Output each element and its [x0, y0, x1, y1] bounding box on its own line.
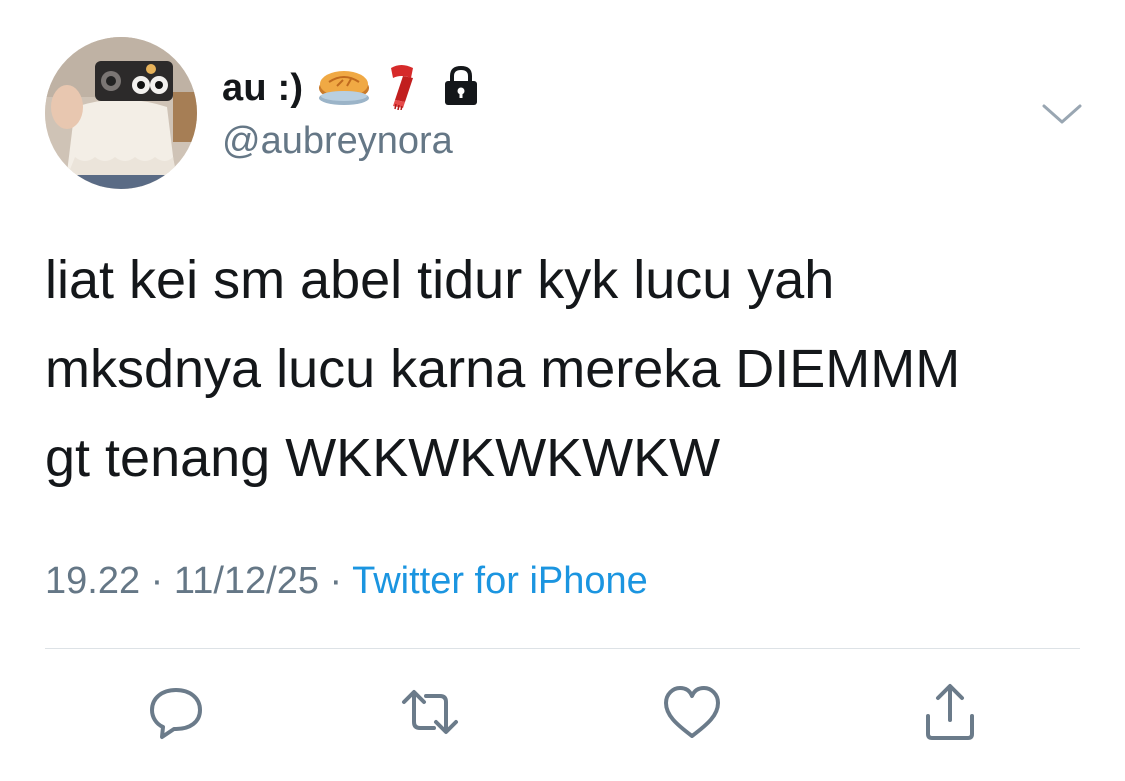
display-name[interactable]: au :) — [222, 67, 303, 110]
name-row: au :) — [222, 62, 481, 114]
tweet-text: liat kei sm abel tidur kyk lucu yah mksd… — [45, 236, 1095, 503]
heart-icon — [664, 686, 720, 738]
tweet-detail: au :) @aubreynora liat kei sm abel tidur… — [0, 0, 1125, 781]
chevron-down-icon[interactable] — [1040, 100, 1084, 128]
pie-icon — [317, 64, 371, 113]
share-button[interactable] — [920, 682, 980, 742]
share-icon — [926, 684, 974, 740]
tweet-time[interactable]: 19.22 — [45, 560, 140, 602]
reply-icon — [150, 688, 202, 739]
retweet-button[interactable] — [400, 682, 460, 742]
retweet-icon — [402, 690, 458, 734]
user-identity[interactable]: au :) @aubreynora — [222, 62, 481, 163]
tweet-source[interactable]: Twitter for iPhone — [352, 560, 648, 602]
tweet-date[interactable]: 11/12/25 — [174, 560, 319, 602]
scarf-icon — [381, 62, 421, 115]
meta-separator: · — [318, 560, 353, 602]
like-button[interactable] — [662, 682, 722, 742]
action-bar — [0, 682, 1125, 742]
lock-icon — [441, 64, 481, 113]
avatar[interactable] — [45, 37, 197, 189]
reply-button[interactable] — [146, 682, 206, 742]
tweet-meta: 19.22 · 11/12/25 · Twitter for iPhone — [45, 560, 648, 603]
tweet-text-line: gt tenang WKKWKWKWKW — [45, 428, 721, 488]
tweet-text-line: mksdnya lucu karna mereka DIEMMM — [45, 339, 961, 399]
user-handle[interactable]: @aubreynora — [222, 120, 481, 163]
divider — [45, 648, 1080, 649]
meta-separator: · — [140, 560, 174, 602]
avatar-photo — [45, 37, 197, 189]
tweet-text-line: liat kei sm abel tidur kyk lucu yah — [45, 250, 835, 310]
